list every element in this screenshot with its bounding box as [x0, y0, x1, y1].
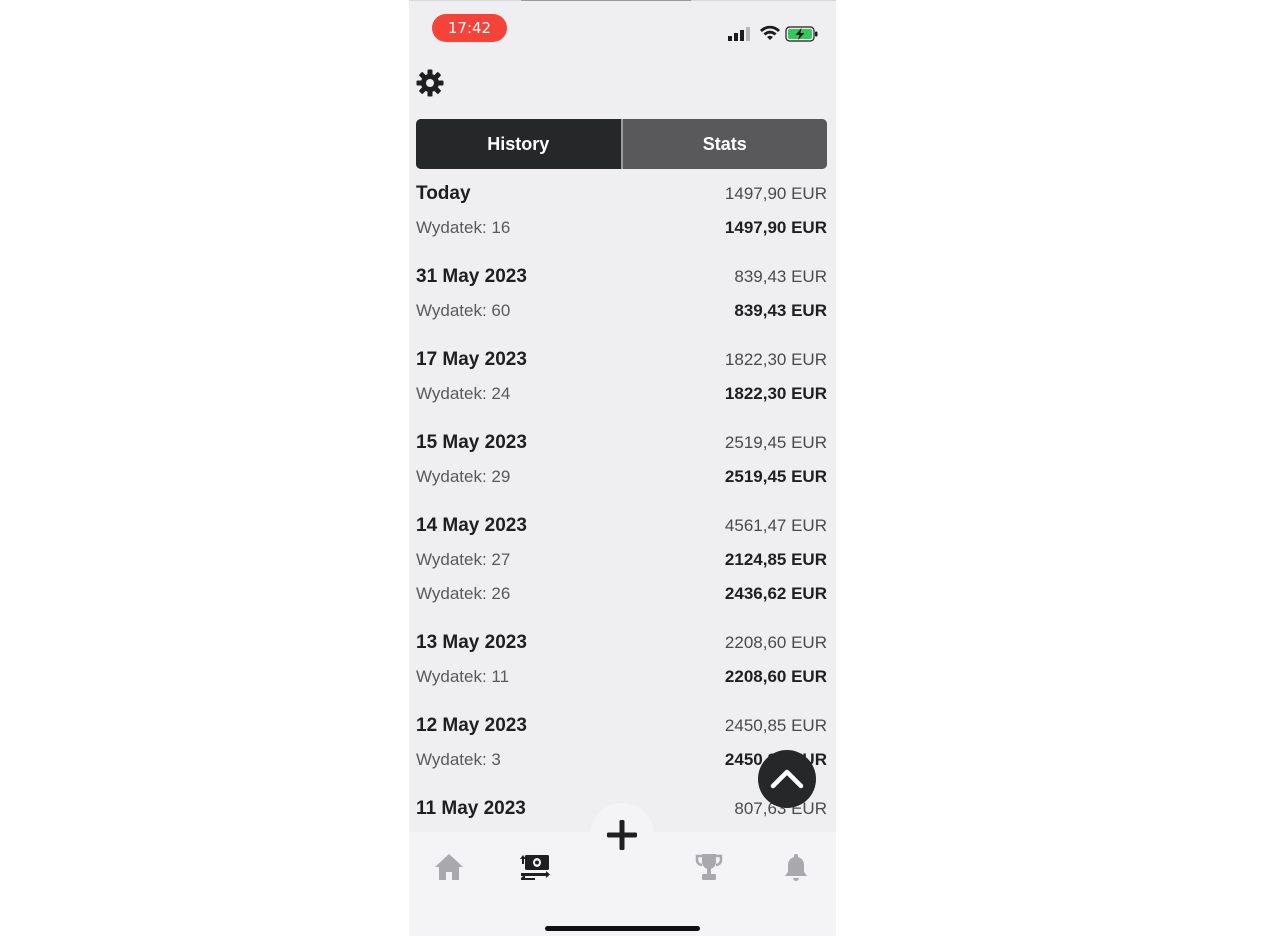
day-total: 2450,85 EUR: [724, 716, 827, 735]
day-date: 31 May 2023: [416, 266, 527, 287]
day-group: 15 May 2023 2519,45 EUR Wydatek: 29 2519…: [416, 426, 827, 509]
day-date: 13 May 2023: [416, 632, 527, 653]
money-exchange-icon[interactable]: [519, 852, 551, 882]
expense-label: Wydatek: 3: [416, 750, 501, 769]
home-indicator: [545, 926, 700, 931]
status-time: 17:42: [432, 14, 507, 42]
tab-stats[interactable]: Stats: [620, 119, 827, 169]
expense-label: Wydatek: 11: [416, 667, 510, 686]
day-group-header[interactable]: 13 May 2023 2208,60 EUR: [416, 626, 827, 660]
expense-amount: 1497,90 EUR: [724, 218, 827, 237]
day-group: 13 May 2023 2208,60 EUR Wydatek: 11 2208…: [416, 626, 827, 709]
day-group-header[interactable]: 12 May 2023 2450,85 EUR: [416, 709, 827, 743]
day-total: 4561,47 EUR: [724, 516, 827, 535]
expense-label: Wydatek: 26: [416, 584, 511, 603]
phone-screen: 17:42 History Stats Today 1497,90 EUR Wy…: [409, 0, 836, 936]
day-total: 1497,90 EUR: [724, 184, 827, 203]
add-icon: [607, 820, 637, 850]
day-group-header[interactable]: Today 1497,90 EUR: [416, 177, 827, 211]
day-date: Today: [416, 183, 471, 204]
expense-row[interactable]: Wydatek: 27 2124,85 EUR: [416, 543, 827, 577]
tab-history[interactable]: History: [416, 119, 621, 169]
day-date: 17 May 2023: [416, 349, 527, 370]
expense-row[interactable]: Wydatek: 29 2519,45 EUR: [416, 460, 827, 494]
wifi-icon: [760, 25, 780, 40]
trophy-icon[interactable]: [693, 852, 725, 882]
day-group: 14 May 2023 4561,47 EUR Wydatek: 27 2124…: [416, 509, 827, 626]
add-expense-button[interactable]: [602, 815, 642, 855]
expense-row[interactable]: Wydatek: 26 2436,62 EUR: [416, 577, 827, 611]
expense-row[interactable]: Wydatek: 11 2208,60 EUR: [416, 660, 827, 694]
day-group: 17 May 2023 1822,30 EUR Wydatek: 24 1822…: [416, 343, 827, 426]
day-group-header[interactable]: 15 May 2023 2519,45 EUR: [416, 426, 827, 460]
day-total: 839,43 EUR: [734, 267, 827, 286]
scroll-to-top-button[interactable]: [758, 750, 816, 808]
home-icon[interactable]: [433, 852, 465, 882]
expense-row[interactable]: Wydatek: 16 1497,90 EUR: [416, 211, 827, 245]
chevron-up-icon: [770, 769, 804, 789]
expense-amount: 839,43 EUR: [734, 301, 827, 320]
expense-label: Wydatek: 27: [416, 550, 511, 569]
day-group: 31 May 2023 839,43 EUR Wydatek: 60 839,4…: [416, 260, 827, 343]
battery-charging-icon: [785, 26, 818, 42]
expense-amount: 2124,85 EUR: [724, 550, 827, 569]
day-total: 1822,30 EUR: [724, 350, 827, 369]
day-group-header[interactable]: 17 May 2023 1822,30 EUR: [416, 343, 827, 377]
day-date: 15 May 2023: [416, 432, 527, 453]
expense-label: Wydatek: 16: [416, 218, 511, 237]
expense-amount: 2436,62 EUR: [724, 584, 827, 603]
day-total: 2519,45 EUR: [724, 433, 827, 452]
day-group-header[interactable]: 31 May 2023 839,43 EUR: [416, 260, 827, 294]
day-date: 14 May 2023: [416, 515, 527, 536]
expense-amount: 2519,45 EUR: [724, 467, 827, 486]
history-stats-segmented-control: History Stats: [416, 119, 827, 169]
expense-amount: 1822,30 EUR: [724, 384, 827, 403]
day-date: 11 May 2023: [416, 798, 526, 819]
status-icons: [727, 24, 819, 44]
day-group-header[interactable]: 14 May 2023 4561,47 EUR: [416, 509, 827, 543]
history-list: Today 1497,90 EUR Wydatek: 16 1497,90 EU…: [416, 177, 827, 826]
expense-row[interactable]: Wydatek: 24 1822,30 EUR: [416, 377, 827, 411]
expense-label: Wydatek: 24: [416, 384, 511, 403]
expense-label: Wydatek: 60: [416, 301, 511, 320]
cellular-signal-icon: [728, 27, 750, 41]
day-total: 2208,60 EUR: [724, 633, 827, 652]
gear-icon[interactable]: [416, 69, 444, 97]
top-edge: [409, 0, 836, 1]
day-group: Today 1497,90 EUR Wydatek: 16 1497,90 EU…: [416, 177, 827, 260]
bell-icon[interactable]: [780, 852, 812, 882]
expense-label: Wydatek: 29: [416, 467, 511, 486]
expense-row[interactable]: Wydatek: 60 839,43 EUR: [416, 294, 827, 328]
expense-amount: 2208,60 EUR: [724, 667, 827, 686]
day-date: 12 May 2023: [416, 715, 527, 736]
